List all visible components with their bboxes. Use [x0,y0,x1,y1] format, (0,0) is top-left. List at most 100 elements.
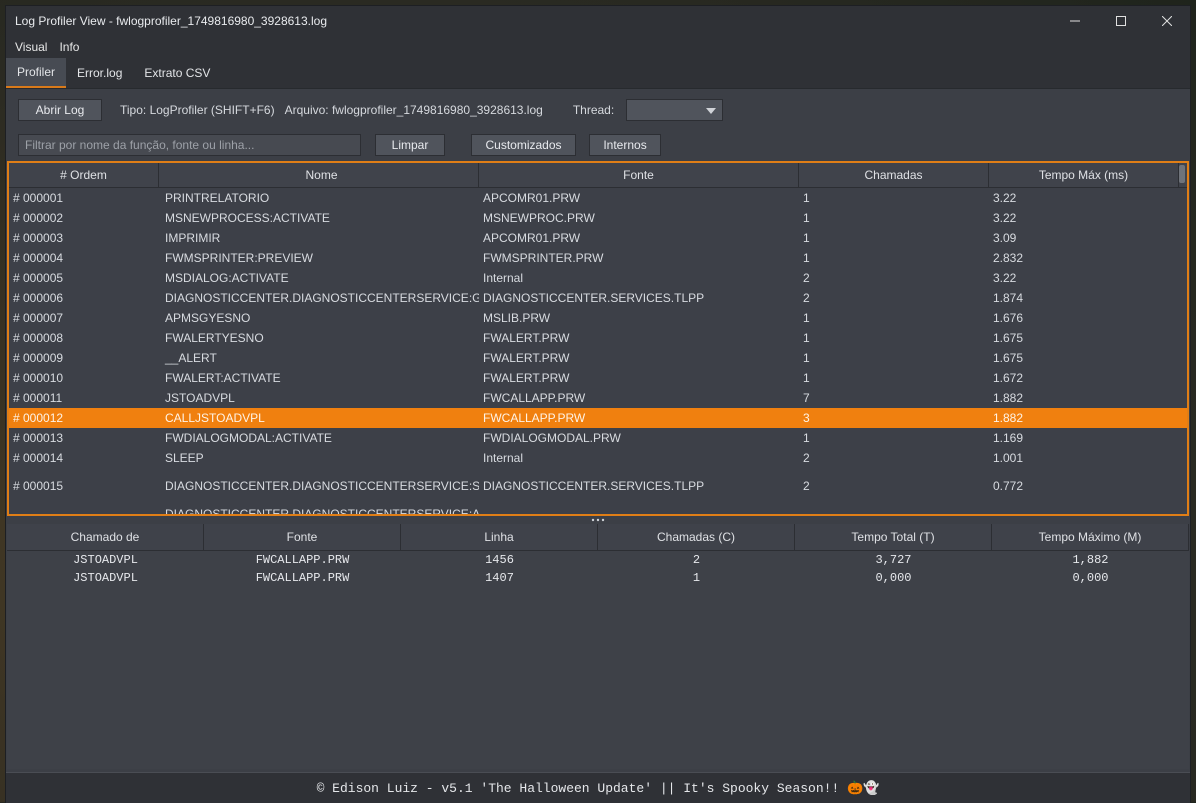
row-ordem-cell: # 000005 [13,271,64,285]
tab-bar: Profiler Error.log Extrato CSV [6,58,1190,89]
row-chamadas-cell: 1 [803,231,810,245]
table-row[interactable]: # 000008 FWALERTYESNO FWALERT.PRW 1 1.675 [9,328,1187,348]
row-tempo-max-cell: 3.22 [993,211,1017,225]
row-nome-cell: MSNEWPROCESS:ACTIVATE [165,211,330,225]
row-chamadas-cell: 3 [803,411,810,425]
log-type-label: Tipo: LogProfiler (SHIFT+F6) [120,103,275,117]
window-controls [1052,6,1190,36]
row-nome-cell: FWMSPRINTER:PREVIEW [165,251,314,265]
row-fonte-cell: MSLIB.PRW [483,311,551,325]
window-title: Log Profiler View - fwlogprofiler_174981… [15,14,327,28]
col-tempo-max-header[interactable]: Tempo Máx (ms) [989,163,1179,187]
table-body: # 000001 PRINTRELATORIO APCOMR01.PRW 1 3.22 #… [9,188,1187,514]
thread-select[interactable] [626,99,724,121]
vertical-scrollbar[interactable] [1179,165,1185,183]
row-ordem-cell: # 000013 [13,431,64,445]
col-chamadas-c-header[interactable]: Chamadas (C) [598,524,795,550]
col-fonte-header[interactable]: Fonte [479,163,799,187]
row-nome-cell: __ALERT [165,351,217,365]
row-tempo-max-cell: 1.675 [993,331,1024,345]
file-name-label: Arquivo: fwlogprofiler_1749816980_392861… [284,103,543,117]
table-row[interactable]: # 000006 DIAGNOSTICCENTER.DIAGNOSTICCENTE… [9,288,1187,308]
menu-info[interactable]: Info [53,40,85,54]
caller-table[interactable]: Chamado de Fonte Linha Chamadas (C) Temp… [7,524,1189,769]
col-tempo-total-header[interactable]: Tempo Total (T) [795,524,992,550]
row-tempo-max-cell [989,504,1179,514]
row-fonte-cell: APCOMR01.PRW [483,231,581,245]
log-toolbar: Abrir Log Tipo: LogProfiler (SHIFT+F6) A… [18,98,1188,122]
table-row[interactable]: # 000012 CALLJSTOADVPL FWCALLAPP.PRW 3 1.882 [9,408,1187,428]
row-tempo-max-cell: 1.672 [993,371,1024,385]
table-row[interactable]: # 000009 __ALERT FWALERT.PRW 1 1.675 [9,348,1187,368]
minimize-button[interactable] [1052,6,1098,36]
row-tempo-max-cell: 1.874 [993,291,1024,305]
drag-handle-icon [591,518,605,522]
row-ordem-cell: # 000004 [13,251,64,265]
maximize-button[interactable] [1098,6,1144,36]
table-row[interactable]: # 000005 MSDIALOG:ACTIVATE Internal 2 3.22 [9,268,1187,288]
row-nome-cell: APMSGYESNO [165,311,251,325]
caller-cell: 0,000 [1072,571,1109,585]
col-fonte-header[interactable]: Fonte [204,524,401,550]
table-row[interactable]: # 000015 DIAGNOSTICCENTER.DIAGNOSTICCENTE… [9,468,1187,504]
row-tempo-max-cell: 1.882 [993,391,1024,405]
row-chamadas-cell: 7 [803,391,810,405]
chevron-down-icon [706,108,717,114]
table-row[interactable]: DIAGNOSTICCENTER.DIAGNOSTICCENTERSERVICE… [9,504,1187,514]
maximize-icon [1116,16,1126,26]
filter-input[interactable] [18,134,361,156]
close-button[interactable] [1144,6,1190,36]
filter-toolbar: Limpar Customizados Internos [18,133,661,157]
caller-row[interactable]: JSTOADVPL FWCALLAPP.PRW 1456 2 3,727 1,882 [7,551,1189,569]
table-row[interactable]: # 000007 APMSGYESNO MSLIB.PRW 1 1.676 [9,308,1187,328]
table-row[interactable]: # 000003 IMPRIMIR APCOMR01.PRW 1 3.09 [9,228,1187,248]
profiler-table[interactable]: # Ordem Nome Fonte Chamadas Tempo Máx (m… [7,161,1189,516]
row-tempo-max-cell: 1.169 [993,431,1024,445]
tab-extrato-csv[interactable]: Extrato CSV [133,58,221,88]
row-fonte-cell: Internal [483,451,524,465]
menu-visual[interactable]: Visual [9,40,53,54]
table-row[interactable]: # 000013 FWDIALOGMODAL:ACTIVATE FWDIALOGMO… [9,428,1187,448]
row-tempo-max-cell: 1.675 [993,351,1024,365]
caller-cell: 1407 [485,571,514,585]
row-fonte-cell: FWALERT.PRW [483,351,570,365]
panel-splitter[interactable] [6,517,1190,523]
close-icon [1162,16,1172,26]
row-nome-cell: CALLJSTOADVPL [165,411,265,425]
title-bar[interactable]: Log Profiler View - fwlogprofiler_174981… [6,6,1190,36]
table-row[interactable]: # 000004 FWMSPRINTER:PREVIEW FWMSPRINTER.P… [9,248,1187,268]
table-row[interactable]: # 000011 JSTOADVPL FWCALLAPP.PRW 7 1.882 [9,388,1187,408]
col-chamado-de-header[interactable]: Chamado de [7,524,204,550]
custom-button[interactable]: Customizados [471,134,576,156]
col-tempo-maximo-header[interactable]: Tempo Máximo (M) [992,524,1189,550]
footer-credits: © Edison Luiz - v5.1 'The Halloween Upda… [6,772,1190,803]
tab-error-log[interactable]: Error.log [66,58,133,88]
minimize-icon [1070,20,1080,22]
caller-row[interactable]: JSTOADVPL FWCALLAPP.PRW 1407 1 0,000 0,000 [7,569,1189,587]
col-linha-header[interactable]: Linha [401,524,598,550]
col-ordem-header[interactable]: # Ordem [9,163,159,187]
row-ordem-cell: # 000015 [13,478,64,493]
col-nome-header[interactable]: Nome [159,163,479,187]
table-row[interactable]: # 000014 SLEEP Internal 2 1.001 [9,448,1187,468]
row-ordem-cell: # 000001 [13,191,64,205]
internal-button[interactable]: Internos [589,134,661,156]
col-chamadas-header[interactable]: Chamadas [799,163,989,187]
row-tempo-max-cell: 1.882 [993,411,1024,425]
row-ordem-cell: # 000003 [13,231,64,245]
row-nome-cell: JSTOADVPL [165,391,235,405]
row-chamadas-cell [799,504,989,514]
table-row[interactable]: # 000002 MSNEWPROCESS:ACTIVATE MSNEWPROC.P… [9,208,1187,228]
row-fonte-cell: FWALERT.PRW [483,371,570,385]
table-row[interactable]: # 000010 FWALERT:ACTIVATE FWALERT.PRW 1 1.67… [9,368,1187,388]
row-fonte-cell: DIAGNOSTICCENTER.SERVICES.TLPP [483,291,705,305]
clear-button[interactable]: Limpar [375,134,445,156]
tab-profiler[interactable]: Profiler [6,58,67,88]
row-chamadas-cell: 1 [803,431,810,445]
row-tempo-max-cell: 0.772 [993,478,1024,493]
row-fonte-cell: FWCALLAPP.PRW [483,391,586,405]
table-row[interactable]: # 000001 PRINTRELATORIO APCOMR01.PRW 1 3.22 [9,188,1187,208]
row-ordem-cell: # 000010 [13,371,64,385]
row-fonte-cell [479,504,799,514]
open-log-button[interactable]: Abrir Log [18,99,102,121]
